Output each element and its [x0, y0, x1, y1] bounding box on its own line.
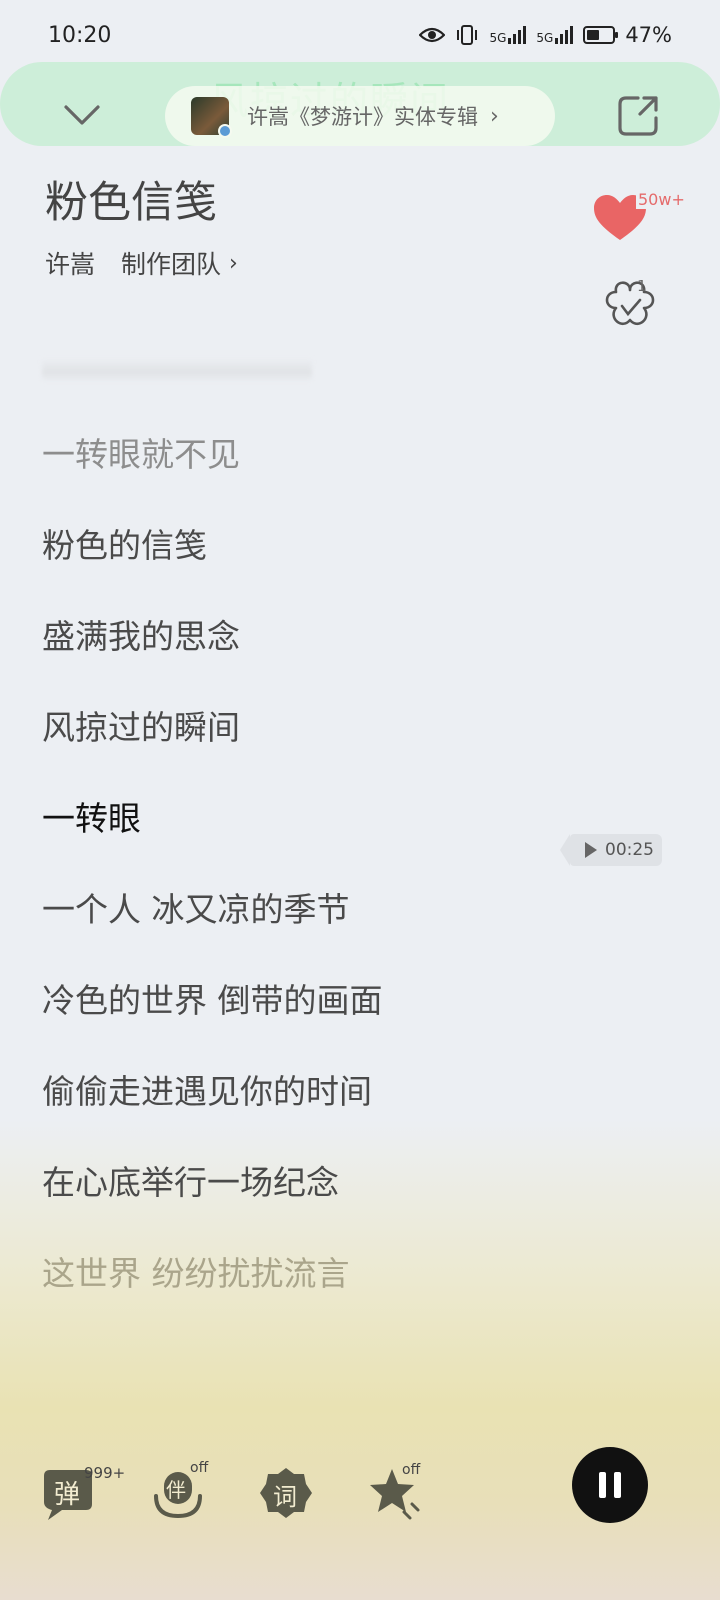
collect-button[interactable]: [602, 278, 662, 338]
song-title: 粉色信笺: [45, 178, 217, 228]
lyric-line[interactable]: 粉色的信笺: [42, 519, 207, 567]
signal-strength-1: 5G: [489, 26, 527, 44]
share-button[interactable]: [614, 92, 662, 140]
album-label: 许嵩《梦游计》实体专辑: [247, 105, 478, 129]
signal-bars-icon: [508, 26, 527, 44]
accompany-label: 伴: [166, 1478, 186, 1502]
status-time: 10:20: [48, 22, 112, 48]
artist-line: 许嵩 制作团队 ›: [45, 245, 238, 281]
lyric-line[interactable]: 盛满我的思念: [42, 610, 240, 658]
lyric-line-current[interactable]: 一转眼: [42, 792, 141, 840]
status-bar: 10:20 5G 5G 47%: [0, 0, 720, 70]
lyric-line[interactable]: 这世界 纷纷扰扰流言: [42, 1247, 350, 1295]
pause-icon: [599, 1472, 606, 1498]
pause-button[interactable]: [572, 1447, 648, 1523]
faded-lyric-line: [42, 358, 312, 382]
lyric-line[interactable]: 在心底举行一场纪念: [42, 1156, 339, 1204]
seek-to-lyric-button[interactable]: 00:25: [560, 834, 662, 866]
lyrics-button[interactable]: 词: [260, 1466, 312, 1520]
seek-time: 00:25: [605, 840, 654, 860]
play-icon: [585, 842, 597, 858]
eye-icon: [419, 27, 446, 43]
lyric-line[interactable]: 偷偷走进遇见你的时间: [42, 1065, 372, 1113]
chevron-right-icon: ›: [229, 250, 238, 276]
battery-icon: [583, 26, 619, 44]
pause-icon: [614, 1472, 621, 1498]
lyric-line[interactable]: 一转眼就不见: [42, 428, 240, 476]
status-icons: 5G 5G 47%: [419, 23, 672, 47]
danmu-count-badge: 999+: [84, 1464, 126, 1482]
album-link[interactable]: 许嵩《梦游计》实体专辑 ›: [165, 86, 555, 146]
chevron-down-icon: [64, 105, 100, 125]
lyric-line[interactable]: 风掠过的瞬间: [42, 701, 240, 749]
accompany-state-badge: off: [190, 1460, 209, 1476]
album-cover-thumbnail: [191, 97, 232, 138]
like-count: 50w+: [636, 190, 687, 209]
chevron-right-icon: ›: [490, 103, 499, 129]
lyric-line[interactable]: 一个人 冰又凉的季节: [42, 883, 350, 931]
artist-name[interactable]: 许嵩: [45, 245, 95, 281]
collapse-button[interactable]: [60, 95, 104, 135]
share-icon: [618, 96, 658, 136]
lyric-line[interactable]: 冷色的世界 倒带的画面: [42, 974, 383, 1022]
production-team-link[interactable]: 制作团队: [121, 245, 221, 281]
signal-strength-2: 5G: [536, 26, 574, 44]
signal-bars-icon: [555, 26, 574, 44]
effect-state-badge: off: [402, 1462, 421, 1478]
collect-count: 1: [637, 277, 647, 295]
vibrate-icon: [457, 25, 478, 45]
danmu-label: 弹: [54, 1480, 81, 1510]
lyrics-label: 词: [273, 1483, 297, 1511]
flower-icon: [605, 281, 655, 326]
battery-percent: 47%: [625, 23, 672, 47]
